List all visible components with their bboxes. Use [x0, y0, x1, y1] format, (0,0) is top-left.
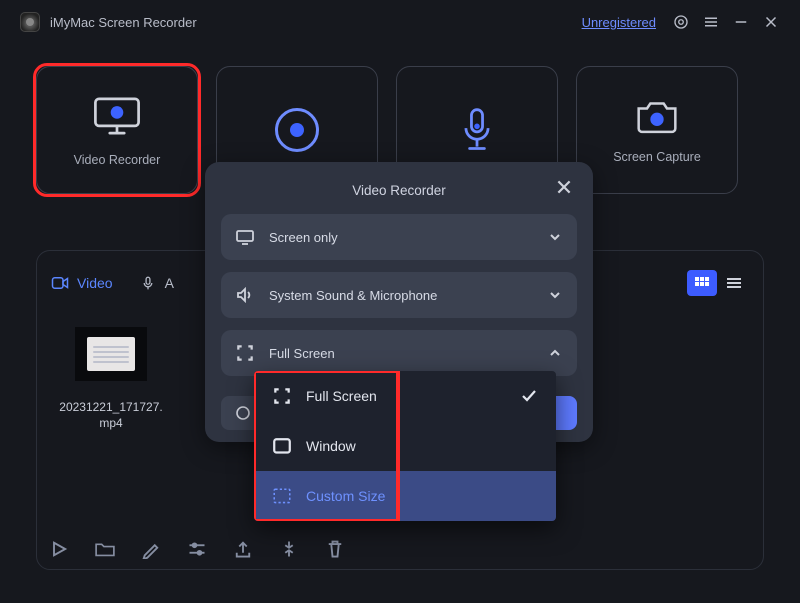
tab-video[interactable]: Video: [51, 275, 113, 291]
folder-icon[interactable]: [95, 539, 115, 559]
file-item[interactable]: 20231221_171727.mp4: [51, 327, 171, 431]
chevron-down-icon: [547, 287, 563, 303]
unregistered-link[interactable]: Unregistered: [582, 15, 656, 30]
card-label: Screen Capture: [613, 150, 701, 164]
file-thumbnail: [75, 327, 147, 381]
file-name: 20231221_171727.mp4: [51, 399, 171, 431]
video-icon: [51, 276, 69, 290]
export-icon[interactable]: [233, 539, 253, 559]
custom-size-icon: [272, 487, 292, 505]
option-screen-mode[interactable]: Screen only: [221, 214, 577, 260]
card-video-recorder[interactable]: Video Recorder: [36, 66, 198, 194]
close-icon[interactable]: [555, 178, 573, 196]
webcam-icon: [275, 108, 319, 152]
modal-title: Video Recorder: [352, 183, 446, 198]
sliders-icon[interactable]: [187, 539, 207, 559]
close-icon[interactable]: [760, 11, 782, 33]
tab-audio[interactable]: A: [139, 275, 174, 291]
microphone-icon: [458, 106, 496, 154]
tab-video-label: Video: [77, 275, 113, 291]
compress-icon[interactable]: [279, 539, 299, 559]
library-toolbar: [49, 539, 345, 559]
camera-icon: [632, 96, 682, 136]
app-header: iMyMac Screen Recorder Unregistered: [0, 0, 800, 44]
dropdown-item-full-screen[interactable]: Full Screen: [254, 371, 556, 421]
tab-audio-label-partial: A: [165, 275, 174, 291]
sound-icon: [235, 287, 255, 303]
settings-icon[interactable]: [670, 11, 692, 33]
view-toggle: [687, 270, 749, 296]
edit-icon[interactable]: [141, 539, 161, 559]
option-capture-area[interactable]: Full Screen: [221, 330, 577, 376]
app-logo-icon: [20, 12, 40, 32]
minimize-icon[interactable]: [730, 11, 752, 33]
trash-icon[interactable]: [325, 539, 345, 559]
capture-area-dropdown: Full Screen Window Custom Size: [254, 371, 556, 521]
list-view-icon[interactable]: [719, 270, 749, 296]
card-screen-capture[interactable]: Screen Capture: [576, 66, 738, 194]
microphone-icon: [139, 276, 157, 290]
fullscreen-brackets-icon: [235, 345, 255, 361]
option-label: Screen only: [269, 230, 338, 245]
dropdown-label: Custom Size: [306, 488, 385, 504]
monitor-icon: [235, 229, 255, 245]
menu-icon[interactable]: [700, 11, 722, 33]
chevron-down-icon: [547, 229, 563, 245]
option-audio-mode[interactable]: System Sound & Microphone: [221, 272, 577, 318]
dropdown-item-custom-size[interactable]: Custom Size: [254, 471, 556, 521]
dropdown-item-window[interactable]: Window: [254, 421, 556, 471]
dropdown-label: Full Screen: [306, 388, 377, 404]
fullscreen-brackets-icon: [272, 387, 292, 405]
checkmark-icon: [520, 387, 538, 405]
app-title: iMyMac Screen Recorder: [50, 15, 197, 30]
window-icon: [272, 437, 292, 455]
monitor-icon: [90, 93, 144, 139]
dropdown-label: Window: [306, 438, 356, 454]
chevron-up-icon: [547, 345, 563, 361]
option-label: Full Screen: [269, 346, 335, 361]
card-label: Video Recorder: [74, 153, 161, 167]
record-options-icon: [233, 403, 253, 423]
option-label: System Sound & Microphone: [269, 288, 437, 303]
grid-view-icon[interactable]: [687, 270, 717, 296]
play-icon[interactable]: [49, 539, 69, 559]
